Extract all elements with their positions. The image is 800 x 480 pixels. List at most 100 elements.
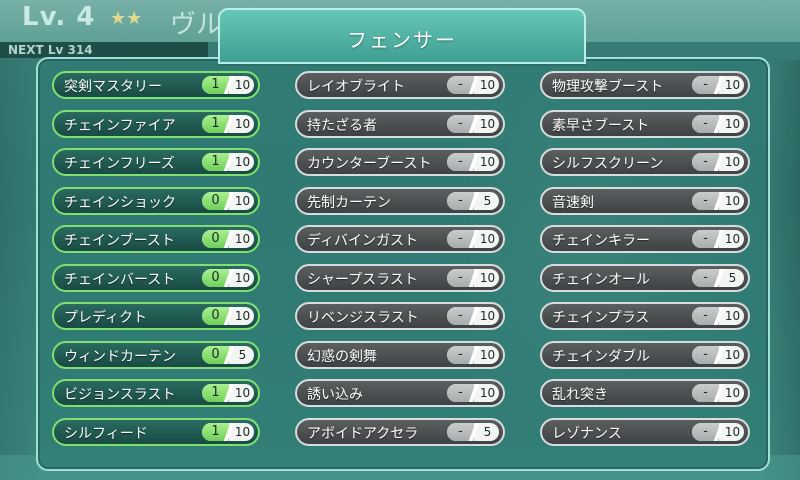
skill-button[interactable]: 誘い込み -10 xyxy=(295,379,505,407)
skill-name: レゾナンス xyxy=(552,425,622,442)
skill-level-gauge: -10 xyxy=(447,384,499,402)
skill-max-level: 10 xyxy=(234,386,251,400)
skill-button[interactable]: チェインブースト 0 10 xyxy=(52,225,260,253)
skill-button[interactable]: チェインフリーズ 1 10 xyxy=(52,148,260,176)
skill-level-gauge: -10 xyxy=(447,153,499,171)
panel-title-tab: フェンサー xyxy=(218,8,586,64)
skill-button[interactable]: チェインダブル -10 xyxy=(540,340,750,369)
skill-button[interactable]: チェインオール -5 xyxy=(540,263,750,292)
skill-level-gauge: -10 xyxy=(447,230,499,248)
skill-button[interactable]: ディバインガスト -10 xyxy=(295,225,505,253)
skill-level-gauge: -10 xyxy=(447,268,499,287)
skill-name: 物理攻撃ブースト xyxy=(552,79,664,95)
skill-name: シルフィード xyxy=(64,425,148,442)
skill-max-level: 10 xyxy=(234,193,251,208)
skill-name: レイオブライト xyxy=(307,79,405,95)
panel-title: フェンサー xyxy=(347,28,457,52)
skill-button[interactable]: アボイドアクセラ -5 xyxy=(295,417,505,446)
background-left-strip xyxy=(0,60,40,480)
skill-button[interactable]: リベンジスラスト -10 xyxy=(295,302,505,330)
skill-button[interactable]: 先制カーテン -5 xyxy=(295,186,505,215)
skill-button[interactable]: 物理攻撃ブースト -10 xyxy=(540,71,750,99)
skill-level-gauge: 1 10 xyxy=(202,76,254,94)
skill-name: アボイドアクセラ xyxy=(307,425,419,442)
skill-name: チェインファイア xyxy=(64,117,176,134)
skill-button[interactable]: 突剣マスタリー 1 10 xyxy=(52,71,260,99)
skill-button[interactable]: チェインバースト 0 10 xyxy=(52,263,260,292)
skill-name: ディバインガスト xyxy=(307,233,419,249)
skill-level-gauge: -10 xyxy=(692,384,744,402)
skill-button[interactable]: チェインファイア 1 10 xyxy=(52,109,260,138)
skill-level-gauge: -10 xyxy=(692,76,744,94)
skill-button[interactable]: チェインキラー -10 xyxy=(540,225,750,253)
skill-level-gauge: -10 xyxy=(692,345,744,364)
skill-button[interactable]: 素早さブースト -10 xyxy=(540,109,750,138)
skill-name: ウィンドカーテン xyxy=(64,348,176,365)
character-level: Lv. 4 xyxy=(22,2,96,32)
skill-level-gauge: 1 10 xyxy=(202,114,254,133)
skill-level-gauge: -5 xyxy=(447,422,499,441)
skill-button[interactable]: シルフィード 1 10 xyxy=(52,417,260,446)
skill-level-gauge: -10 xyxy=(692,230,744,248)
skill-max-level: 10 xyxy=(479,386,496,400)
skill-max-level: 10 xyxy=(234,309,251,323)
skill-button[interactable]: チェインプラス -10 xyxy=(540,302,750,330)
skill-max-level: 10 xyxy=(479,155,496,169)
skill-button[interactable]: ビジョンスラスト 1 10 xyxy=(52,379,260,407)
skill-max-level: 10 xyxy=(479,309,496,323)
skill-name: 素早さブースト xyxy=(552,117,650,134)
skill-button[interactable]: レゾナンス -10 xyxy=(540,417,750,446)
skill-max-level: 10 xyxy=(234,155,251,169)
skill-name: シルフスクリーン xyxy=(552,156,664,172)
skill-max-level: 10 xyxy=(724,386,741,400)
skill-max-level: 10 xyxy=(724,424,741,439)
skill-level-gauge: -10 xyxy=(447,114,499,133)
next-level-bar: NEXT Lv 314 xyxy=(0,42,208,58)
skill-button[interactable]: カウンターブースト -10 xyxy=(295,148,505,176)
skill-max-level: 5 xyxy=(483,424,492,439)
skill-max-level: 10 xyxy=(479,270,496,285)
skill-button[interactable]: 持たざる者 -10 xyxy=(295,109,505,138)
skill-name: 突剣マスタリー xyxy=(64,79,162,95)
skill-level-gauge: -10 xyxy=(692,191,744,210)
skill-button[interactable]: 幻惑の剣舞 -10 xyxy=(295,340,505,369)
skill-button[interactable]: 乱れ突き -10 xyxy=(540,379,750,407)
skill-name: チェインバースト xyxy=(64,271,176,288)
skill-name: チェインダブル xyxy=(552,348,650,365)
skill-button[interactable]: ウィンドカーテン 0 5 xyxy=(52,340,260,369)
skill-level-gauge: -10 xyxy=(447,307,499,325)
skill-level-gauge: -10 xyxy=(692,422,744,441)
skill-name: チェインオール xyxy=(552,271,650,288)
skill-max-level: 5 xyxy=(238,347,247,362)
skill-button[interactable]: シルフスクリーン -10 xyxy=(540,148,750,176)
skill-name: プレディクト xyxy=(64,310,148,326)
skill-max-level: 10 xyxy=(234,232,251,246)
skill-max-level: 10 xyxy=(724,78,741,92)
skill-max-level: 10 xyxy=(724,155,741,169)
skill-name: 乱れ突き xyxy=(552,387,608,403)
skill-level-gauge: -5 xyxy=(692,268,744,287)
skill-level-gauge: 0 10 xyxy=(202,268,254,287)
skill-max-level: 10 xyxy=(724,232,741,246)
skill-column-2: レイオブライト -10 持たざる者 -10 カウンターブースト -10 先制カーテン -5 ディ… xyxy=(295,71,505,456)
skill-max-level: 10 xyxy=(724,347,741,362)
skill-max-level: 10 xyxy=(724,193,741,208)
skill-button[interactable]: プレディクト 0 10 xyxy=(52,302,260,330)
skill-name: 幻惑の剣舞 xyxy=(307,348,377,365)
skill-level-gauge: 1 10 xyxy=(202,384,254,402)
skill-level-gauge: 0 10 xyxy=(202,307,254,325)
skill-max-level: 10 xyxy=(724,309,741,323)
skill-button[interactable]: レイオブライト -10 xyxy=(295,71,505,99)
skill-button[interactable]: シャープスラスト -10 xyxy=(295,263,505,292)
skill-level-gauge: 0 10 xyxy=(202,230,254,248)
skill-level-gauge: -10 xyxy=(692,153,744,171)
skill-level-gauge: -5 xyxy=(447,191,499,210)
skill-button[interactable]: チェインショック 0 10 xyxy=(52,186,260,215)
skill-name: 誘い込み xyxy=(307,387,363,403)
skill-name: 音速剣 xyxy=(552,194,594,211)
skill-name: チェインフリーズ xyxy=(64,156,175,172)
skill-max-level: 10 xyxy=(234,270,251,285)
rank-stars: ★★ xyxy=(110,8,143,29)
skill-button[interactable]: 音速剣 -10 xyxy=(540,186,750,215)
skill-max-level: 10 xyxy=(479,347,496,362)
